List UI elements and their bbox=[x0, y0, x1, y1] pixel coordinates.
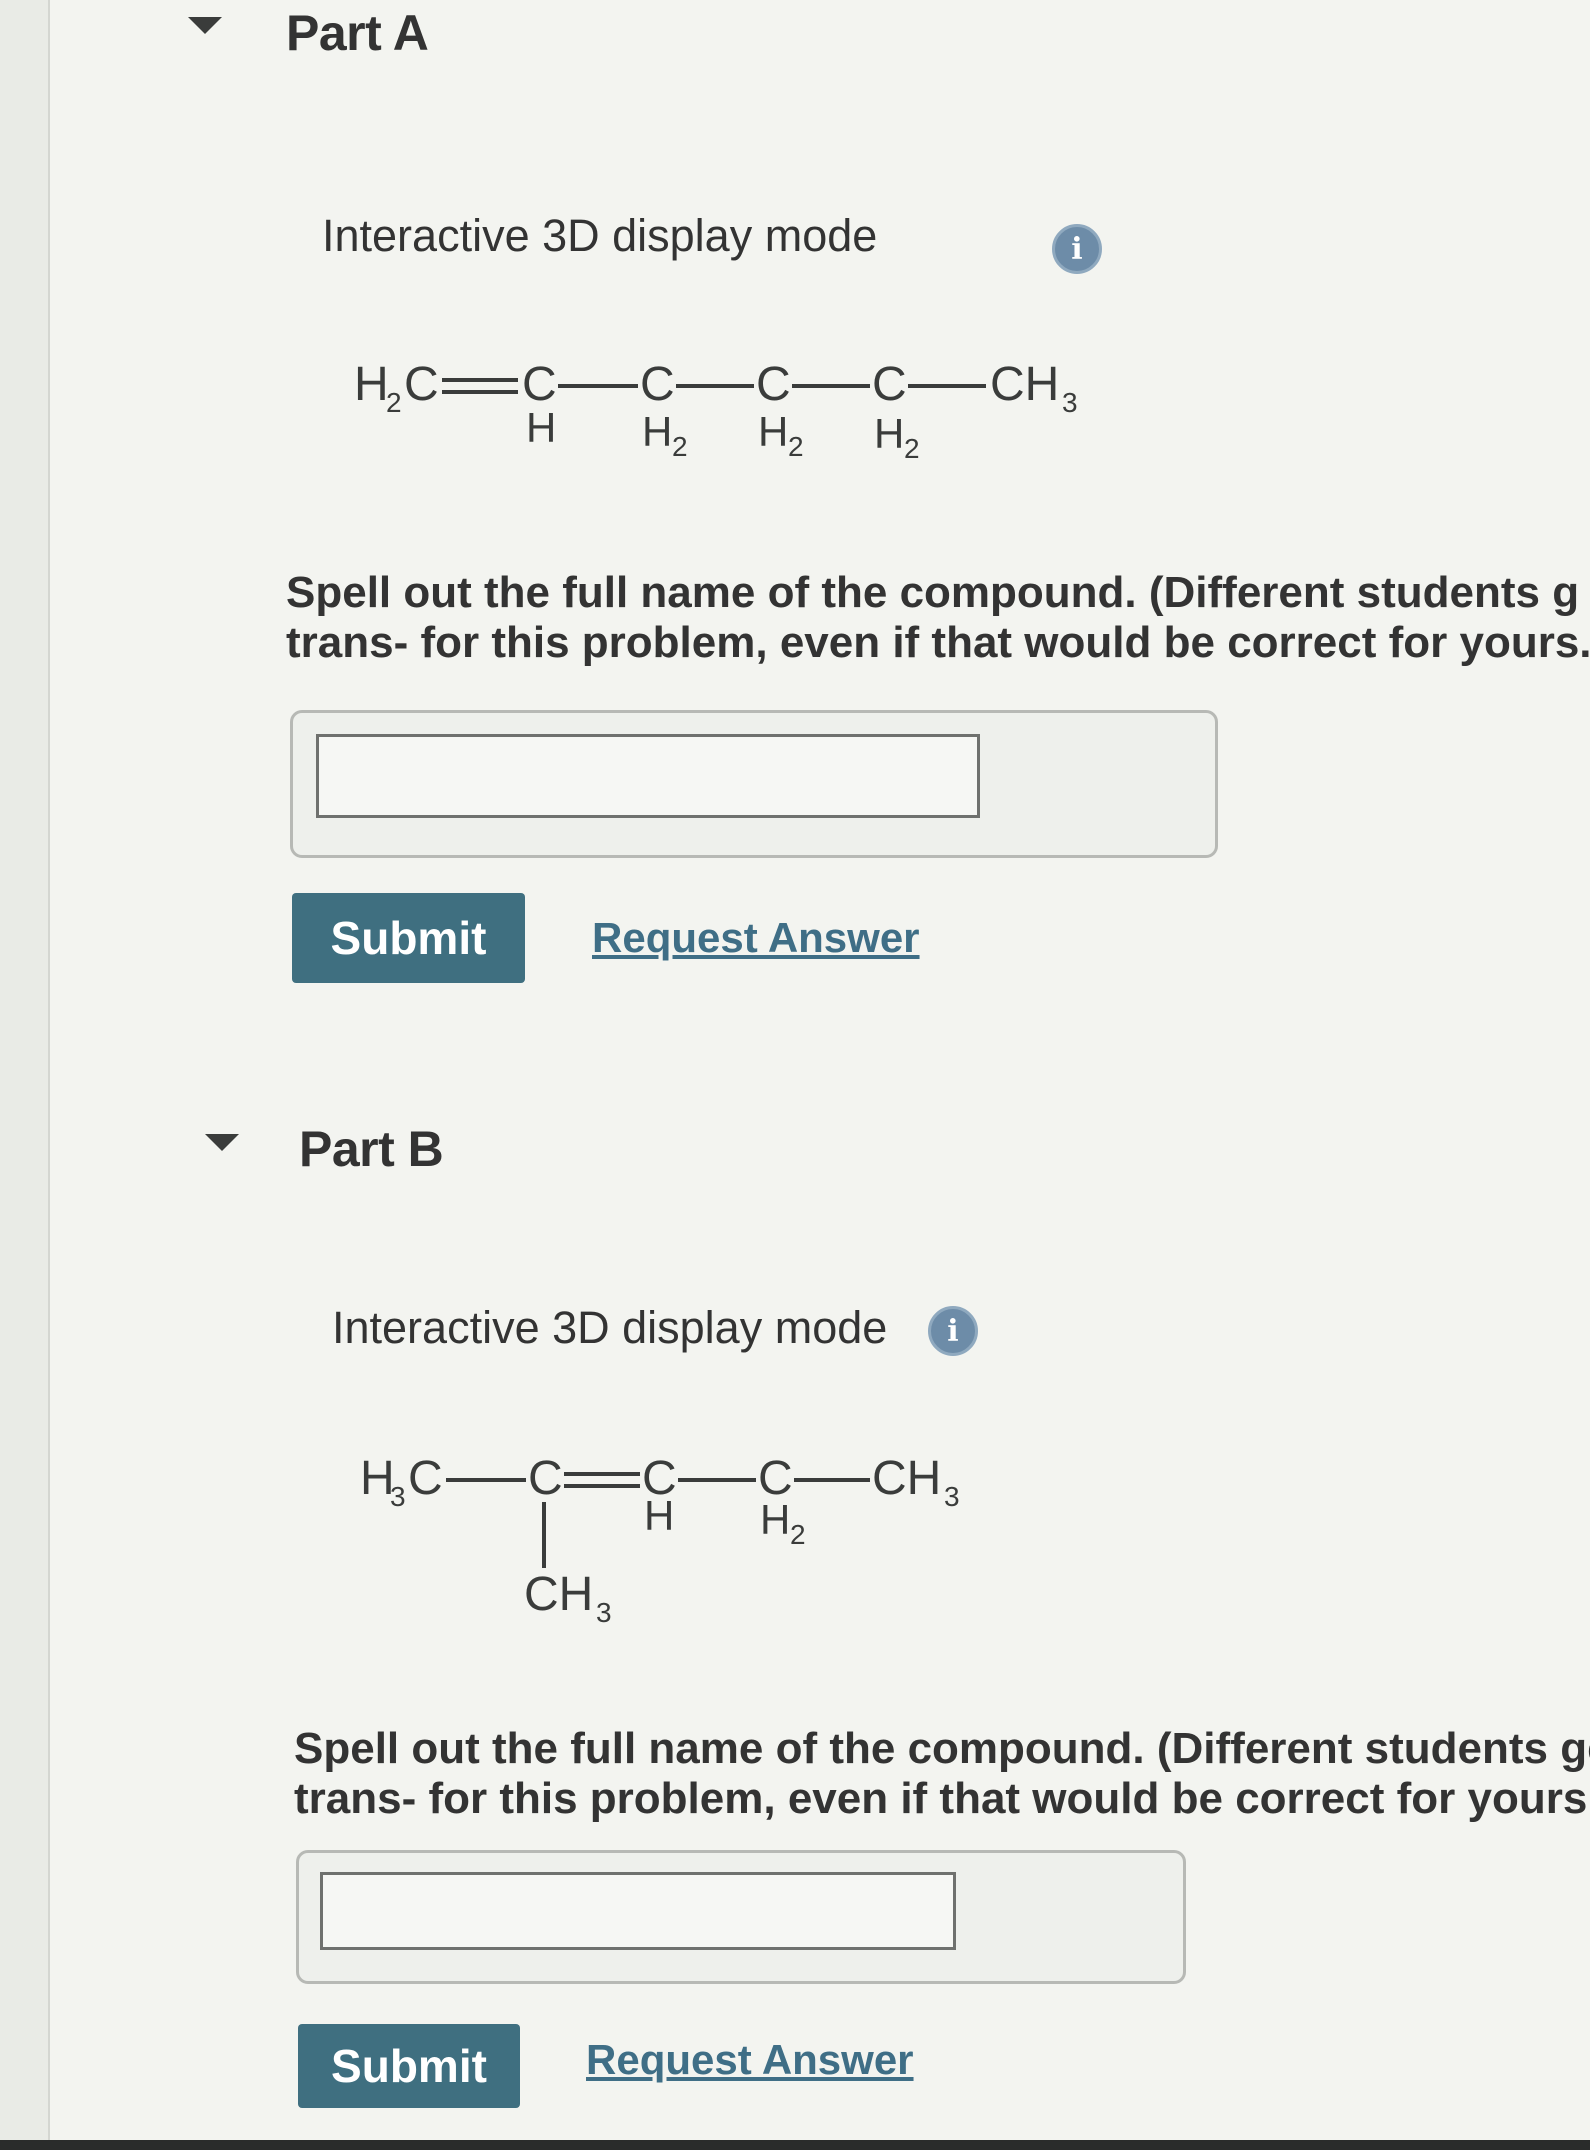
atom-label: CH bbox=[524, 1568, 593, 1621]
part-a-display-mode-label: Interactive 3D display mode bbox=[322, 210, 878, 261]
atom-subscript: 3 bbox=[944, 1481, 960, 1512]
atom-label: C bbox=[640, 358, 675, 411]
part-b-info-icon[interactable]: i bbox=[928, 1306, 978, 1356]
part-a-submit-button[interactable]: Submit bbox=[292, 893, 525, 983]
atom-hydrogen: H bbox=[874, 410, 904, 457]
part-b-molecule-structure: H 3 C C CH 3 C H C H 2 CH 3 bbox=[360, 1452, 960, 1628]
atom-label: CH bbox=[872, 1452, 941, 1505]
atom-hydrogen: H bbox=[758, 408, 788, 455]
part-b-question: Spell out the full name of the compound.… bbox=[294, 1724, 1590, 1824]
part-b-question-line-1: Spell out the full name of the compound.… bbox=[294, 1724, 1590, 1773]
atom-label: C bbox=[528, 1452, 563, 1505]
part-b-question-line-2: trans- for this problem, even if that wo… bbox=[294, 1774, 1590, 1823]
atom-subscript: 2 bbox=[904, 433, 920, 464]
part-b-answer-input[interactable] bbox=[320, 1872, 956, 1950]
part-a-question: Spell out the full name of the compound.… bbox=[286, 568, 1590, 668]
atom-subscript: 3 bbox=[390, 1481, 406, 1512]
part-b-submit-button[interactable]: Submit bbox=[298, 2024, 520, 2108]
bottom-bar bbox=[0, 2140, 1590, 2150]
part-b-title: Part B bbox=[299, 1121, 444, 1177]
atom-subscript: 2 bbox=[672, 431, 688, 462]
part-a-question-line-2: trans- for this problem, even if that wo… bbox=[286, 618, 1590, 667]
atom-hydrogen: H bbox=[526, 404, 556, 451]
atom-label: C bbox=[408, 1452, 443, 1505]
part-a-collapse-caret-icon[interactable] bbox=[188, 17, 222, 34]
atom-label: CH bbox=[990, 358, 1059, 411]
part-a-answer-input[interactable] bbox=[316, 734, 980, 818]
atom-label: C bbox=[872, 358, 907, 411]
atom-subscript: 2 bbox=[790, 1519, 806, 1550]
part-b-collapse-caret-icon[interactable] bbox=[205, 1134, 239, 1151]
atom-subscript: 2 bbox=[386, 387, 402, 418]
part-a-title: Part A bbox=[286, 5, 429, 61]
atom-subscript: 3 bbox=[1062, 387, 1078, 418]
part-a-molecule-structure: H 2 C C H C H 2 C H 2 C H 2 CH 3 bbox=[354, 358, 1078, 464]
part-a-question-line-1: Spell out the full name of the compound.… bbox=[286, 568, 1580, 617]
part-b-display-mode-label: Interactive 3D display mode bbox=[332, 1302, 888, 1353]
atom-hydrogen: H bbox=[644, 1492, 674, 1539]
atom-hydrogen: H bbox=[642, 408, 672, 455]
part-b-request-answer-link[interactable]: Request Answer bbox=[586, 2036, 914, 2084]
atom-label: H bbox=[354, 358, 389, 411]
atom-hydrogen: H bbox=[760, 1496, 790, 1543]
atom-subscript: 3 bbox=[596, 1597, 612, 1628]
atom-subscript: 2 bbox=[788, 431, 804, 462]
atom-label: C bbox=[756, 358, 791, 411]
atom-label: C bbox=[404, 358, 439, 411]
part-a-info-icon[interactable]: i bbox=[1052, 224, 1102, 274]
part-a-request-answer-link[interactable]: Request Answer bbox=[592, 914, 920, 962]
